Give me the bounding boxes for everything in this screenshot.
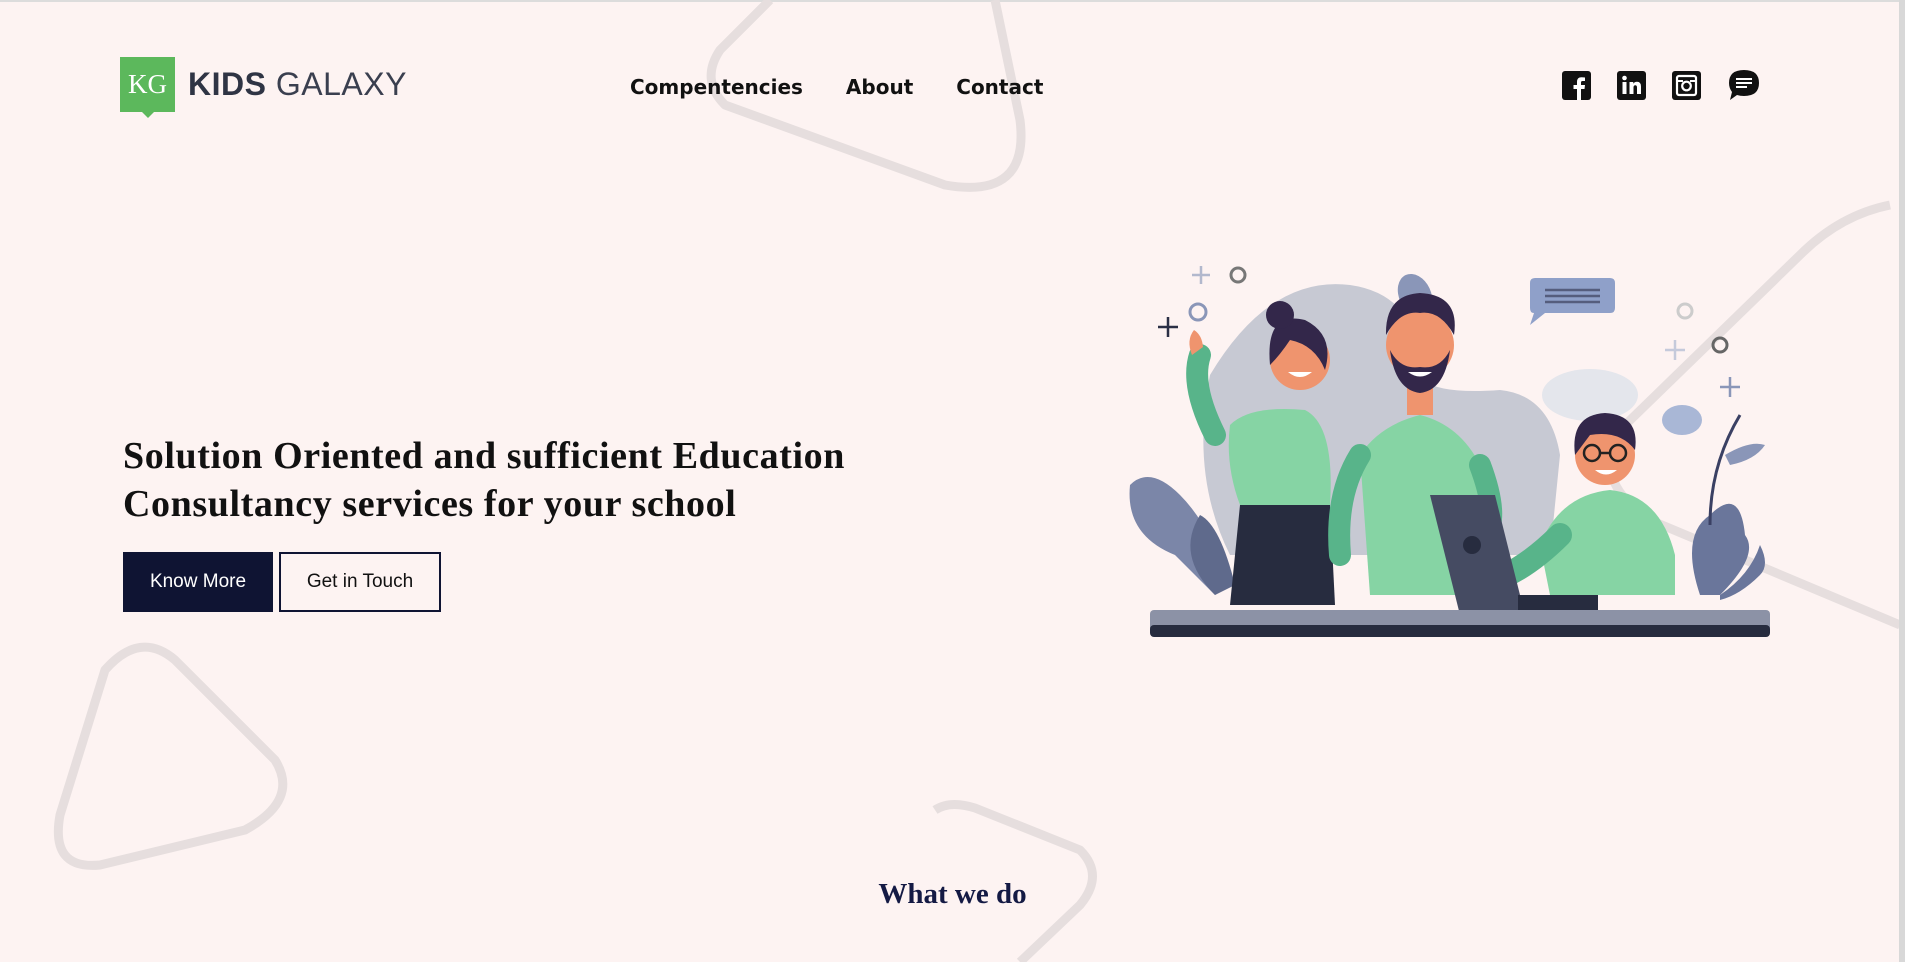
know-more-button[interactable]: Know More — [123, 552, 273, 612]
logo-word-kids: KIDS — [188, 66, 267, 102]
get-in-touch-button[interactable]: Get in Touch — [279, 552, 441, 612]
main-nav: Compentencies About Contact — [630, 75, 1043, 99]
hero-title: Solution Oriented and sufficient Educati… — [123, 435, 845, 525]
logo-word-galaxy: GALAXY — [275, 66, 407, 102]
nav-item-contact[interactable]: Contact — [956, 75, 1043, 99]
nav-item-compentencies[interactable]: Compentencies — [630, 75, 803, 99]
facebook-icon[interactable] — [1562, 70, 1591, 100]
instagram-icon[interactable] — [1672, 70, 1701, 100]
logo-wordmark: KIDS GALAXY — [188, 66, 407, 103]
brand-logo[interactable]: KG KIDS GALAXY — [120, 57, 407, 118]
team-illustration — [1129, 266, 1770, 637]
chat-icon[interactable] — [1727, 68, 1761, 102]
what-we-do-heading: What we do — [878, 878, 1027, 910]
scrollbar[interactable] — [1899, 0, 1905, 962]
linkedin-icon[interactable] — [1617, 70, 1646, 100]
social-links — [1562, 68, 1761, 102]
nav-item-about[interactable]: About — [846, 75, 913, 99]
logo-mark: KG — [120, 57, 175, 118]
